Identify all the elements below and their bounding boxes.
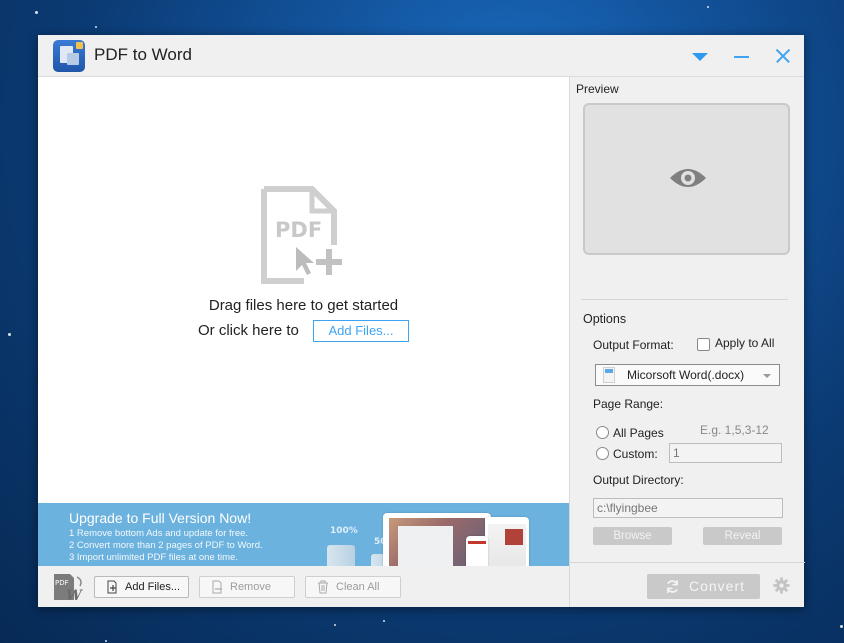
- eye-icon: [670, 169, 706, 187]
- minimize-button[interactable]: [728, 43, 756, 69]
- word-document-icon: [603, 367, 615, 383]
- remove-file-icon: [212, 580, 222, 594]
- apply-to-all-label[interactable]: Apply to All: [715, 336, 774, 350]
- background-star: [8, 333, 11, 336]
- output-format-value: Micorsoft Word(.docx): [627, 368, 745, 382]
- page-range-hint: E.g. 1,5,3-12: [700, 423, 769, 437]
- bottom-toolbar: PDF W Add Files... Remove Clean All: [38, 566, 569, 607]
- gear-icon[interactable]: [773, 577, 790, 594]
- banner-percent-100: 100%: [330, 526, 358, 536]
- background-star: [840, 625, 843, 628]
- background-star: [95, 26, 97, 28]
- background-star: [105, 640, 107, 642]
- banner-line-3: 3 Import unlimited PDF files at one time…: [69, 552, 238, 563]
- add-files-button[interactable]: Add Files...: [94, 576, 189, 598]
- background-star: [707, 6, 709, 8]
- close-button[interactable]: [769, 43, 797, 69]
- trash-icon: [318, 580, 328, 594]
- svg-text:PDF: PDF: [55, 579, 69, 587]
- upgrade-banner-ad[interactable]: Upgrade to Full Version Now! 1 Remove bo…: [38, 503, 569, 566]
- all-pages-radio[interactable]: [596, 426, 609, 439]
- remove-button[interactable]: Remove: [199, 576, 295, 598]
- clean-all-button-label: Clean All: [336, 581, 380, 593]
- banner-title: Upgrade to Full Version Now!: [69, 510, 252, 526]
- svg-text:PDF: PDF: [275, 218, 322, 242]
- click-instruction-text: Or click here to: [198, 322, 299, 339]
- app-window: PDF to Word PDF Drag files here to get s…: [38, 35, 805, 607]
- clean-all-button[interactable]: Clean All: [305, 576, 401, 598]
- apply-to-all-checkbox[interactable]: [697, 338, 710, 351]
- custom-radio[interactable]: [596, 447, 609, 460]
- output-format-label: Output Format:: [593, 338, 674, 352]
- convert-button[interactable]: Convert: [647, 574, 760, 599]
- background-star: [334, 624, 336, 626]
- add-files-link-button[interactable]: Add Files...: [313, 320, 409, 342]
- drop-zone[interactable]: PDF Drag files here to get started Or cl…: [38, 77, 569, 503]
- app-logo-icon: [53, 40, 85, 72]
- all-pages-label[interactable]: All Pages: [613, 426, 664, 440]
- settings-panel: Preview Options Output Format: Apply to …: [569, 77, 805, 607]
- add-file-icon: [107, 580, 117, 594]
- chevron-down-icon: [763, 374, 771, 378]
- banner-phone-image: [466, 536, 488, 566]
- banner-graphic-bar: [327, 545, 355, 566]
- banner-tablet-image: [485, 517, 529, 566]
- section-divider: [570, 562, 805, 563]
- drag-instruction-text: Drag files here to get started: [208, 297, 399, 314]
- reveal-button[interactable]: Reveal: [703, 527, 782, 545]
- options-label: Options: [583, 312, 627, 326]
- refresh-icon: [667, 579, 678, 594]
- title-bar[interactable]: PDF to Word: [38, 35, 804, 77]
- svg-text:W: W: [66, 588, 83, 602]
- pdf-add-file-icon: PDF: [261, 186, 342, 284]
- banner-line-2: 2 Convert more than 2 pages of PDF to Wo…: [69, 540, 263, 551]
- custom-page-range-input[interactable]: 1: [669, 443, 782, 463]
- output-directory-input[interactable]: c:\flyingbee: [593, 498, 783, 518]
- output-format-select[interactable]: Micorsoft Word(.docx): [595, 364, 780, 386]
- page-range-label: Page Range:: [593, 397, 664, 411]
- convert-button-label: Convert: [689, 578, 746, 594]
- remove-button-label: Remove: [230, 581, 271, 593]
- section-divider: [581, 299, 788, 300]
- browse-button[interactable]: Browse: [593, 527, 672, 545]
- background-star: [383, 620, 385, 622]
- add-files-button-label: Add Files...: [125, 581, 181, 593]
- output-directory-label: Output Directory:: [593, 473, 684, 487]
- preview-box[interactable]: [583, 103, 790, 255]
- file-list-area: PDF Drag files here to get started Or cl…: [38, 77, 569, 503]
- banner-line-1: 1 Remove bottom Ads and update for free.: [69, 528, 249, 539]
- background-star: [35, 11, 38, 14]
- pdf-to-word-logo-icon: PDF W: [54, 574, 83, 602]
- menu-dropdown-button[interactable]: [686, 43, 714, 69]
- preview-label: Preview: [576, 82, 619, 96]
- custom-label[interactable]: Custom:: [613, 447, 658, 461]
- window-title: PDF to Word: [94, 45, 192, 64]
